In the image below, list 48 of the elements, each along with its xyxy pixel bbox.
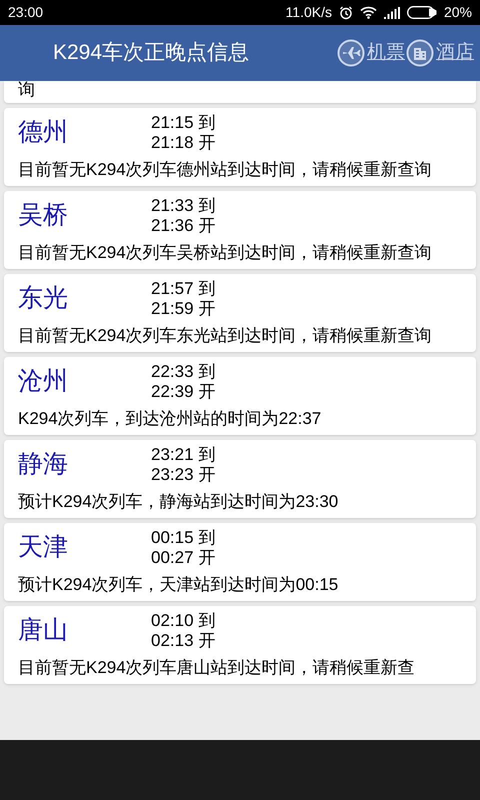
wifi-icon [360, 6, 377, 19]
arrival-time: 21:15 到 [151, 113, 216, 133]
station-card[interactable]: 唐山 02:10 到 02:13 开 目前暂无K294次列车唐山站到达时间，请稍候重新查 [4, 606, 476, 684]
header-link[interactable]: 酒店 [406, 38, 474, 68]
departure-time: 02:13 开 [151, 631, 216, 651]
arrival-message: 预计K294次列车，天津站到达时间为00:15 [18, 574, 340, 595]
network-speed: 11.0K/s [286, 3, 332, 22]
arrival-time: 02:10 到 [151, 611, 216, 631]
station-card[interactable]: 天津 00:15 到 00:27 开 预计K294次列车，天津站到达时间为00:15 [4, 523, 476, 601]
station-card[interactable]: 德州 21:15 到 21:18 开 目前暂无K294次列车德州站到达时间，请稍候重新查询 [4, 108, 476, 186]
battery-percent: 20% [444, 3, 472, 22]
arrival-time: 21:57 到 [151, 279, 216, 299]
station-name: 吴桥 [18, 200, 69, 232]
arrival-time: 21:33 到 [151, 196, 216, 216]
arrival-message: 目前暂无K294次列车吴桥站到达时间，请稍候重新查询 [18, 242, 433, 263]
departure-time: 23:23 开 [151, 465, 216, 485]
header-link[interactable]: 机票 [337, 38, 405, 68]
arrival-message: 目前暂无K294次列车德州站到达时间，请稍候重新查询 [18, 159, 433, 180]
arrival-message: 目前暂无K294次列车唐山站到达时间，请稍候重新查 [18, 657, 416, 678]
station-card[interactable]: 静海 23:21 到 23:23 开 预计K294次列车，静海站到达时间为23:30 [4, 440, 476, 518]
station-name: 唐山 [18, 615, 69, 646]
signal-icon [384, 6, 400, 18]
battery-icon [406, 6, 437, 19]
station-card[interactable]: 吴桥 21:33 到 21:36 开 目前暂无K294次列车吴桥站到达时间，请稍候重新查询 [4, 191, 476, 269]
arrival-time: 22:33 到 [151, 362, 216, 382]
departure-time: 22:39 开 [151, 382, 216, 402]
arrival-message: 询 [18, 81, 35, 99]
departure-time: 21:59 开 [151, 299, 216, 319]
arrival-time: 00:15 到 [151, 528, 216, 548]
arrival-message: 目前暂无K294次列车东光站到达时间，请稍候重新查询 [18, 325, 433, 346]
station-card[interactable]: 沧州 22:33 到 22:39 开 K294次列车，到达沧州站的时间为22:37 [4, 357, 476, 435]
page-title: K294车次正晚点信息 [53, 40, 250, 66]
arrival-time: 23:21 到 [151, 445, 216, 465]
station-name: 天津 [18, 532, 69, 564]
departure-time: 21:36 开 [151, 216, 216, 236]
arrival-message: 预计K294次列车，静海站到达时间为23:30 [18, 491, 340, 512]
arrival-message: K294次列车，到达沧州站的时间为22:37 [18, 408, 322, 429]
station-name: 德州 [18, 117, 69, 148]
station-name: 静海 [18, 449, 69, 480]
station-name: 沧州 [18, 366, 69, 398]
station-card[interactable]: 东光 21:57 到 21:59 开 目前暂无K294次列车东光站到达时间，请稍候重新查询 [4, 274, 476, 352]
departure-time: 00:27 开 [151, 548, 216, 568]
building-icon [406, 39, 434, 67]
departure-time: 21:18 开 [151, 133, 216, 153]
airplane-icon [337, 39, 365, 67]
alarm-icon [338, 6, 353, 20]
status-time: 23:00 [8, 3, 44, 22]
station-name: 东光 [18, 283, 69, 314]
